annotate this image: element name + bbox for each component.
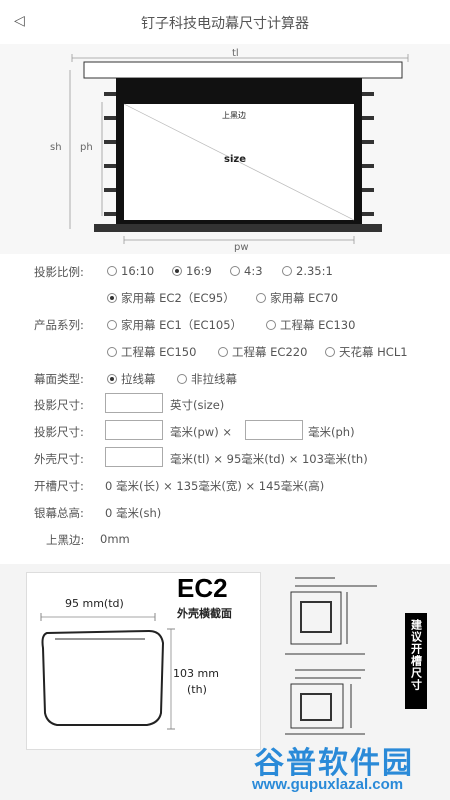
shell-row: 外壳尺寸: 毫米(tl) × 95毫米(td) × 103毫米(th) — [0, 447, 450, 469]
radio-selected-icon — [107, 374, 117, 384]
model-option-ec70[interactable]: 家用幕 EC70 — [256, 290, 338, 306]
site-watermark: 谷普软件园 www.gupuxlazal.com — [248, 738, 446, 798]
series-option-hcl1[interactable]: 天花幕 HCL1 — [325, 344, 408, 360]
shell-label: 外壳尺寸: — [34, 452, 84, 466]
total-height-text: 0 毫米(sh) — [105, 506, 162, 520]
watermark-url: www.gupuxlazal.com — [252, 776, 404, 793]
slot-text: 0 毫米(长) × 135毫米(宽) × 145毫米(高) — [105, 479, 325, 493]
tl-label: tl — [232, 48, 239, 59]
screen-type-row: 幕面类型: 拉线幕 非拉线幕 — [0, 367, 450, 389]
tl-input[interactable] — [105, 447, 163, 467]
size-label: size — [224, 154, 246, 165]
suggest-slot-label: 建议开槽尺寸 — [409, 619, 423, 691]
radio-icon — [177, 374, 187, 384]
td-label: 95 mm(td) — [65, 597, 124, 610]
radio-icon — [230, 266, 240, 276]
black-border-text: 0mm — [100, 532, 130, 546]
top-black-label: 上黑边 — [222, 110, 246, 120]
series-row-2: 工程幕 EC150 工程幕 EC220 天花幕 HCL1 — [0, 340, 450, 362]
sh-label: sh — [50, 142, 62, 153]
pw-label: pw — [234, 242, 249, 253]
size-unit: 英寸(size) — [170, 398, 225, 412]
dims-label: 投影尺寸: — [34, 425, 84, 439]
screen-type-option-non-tension[interactable]: 非拉线幕 — [177, 371, 237, 387]
aspect-option-16-9[interactable]: 16:9 — [172, 264, 212, 278]
screen-type-label: 幕面类型: — [34, 372, 84, 386]
radio-icon — [107, 266, 117, 276]
slot-row: 开槽尺寸: 0 毫米(长) × 135毫米(宽) × 145毫米(高) — [0, 474, 450, 496]
series-option-ec150[interactable]: 工程幕 EC150 — [107, 344, 196, 360]
screen-type-option-tension[interactable]: 拉线幕 — [107, 371, 156, 387]
black-border-row: 上黑边: 0mm — [0, 528, 450, 550]
th-value: 103 mm — [173, 667, 219, 680]
radio-selected-icon — [107, 293, 117, 303]
suggest-slot-button[interactable]: 建议开槽尺寸 — [405, 613, 427, 709]
total-height-label: 银幕总高: — [34, 506, 84, 520]
size-label: 投影尺寸: — [34, 398, 84, 412]
radio-icon — [107, 347, 117, 357]
model-subtitle: 外壳横截面 — [177, 607, 232, 620]
series-option-ec1[interactable]: 家用幕 EC1（EC105） — [107, 317, 242, 333]
aspect-option-16-10[interactable]: 16:10 — [107, 264, 154, 278]
screen-diagram-graphic: tl sh ph 上黑边 size pw — [50, 48, 409, 253]
series-label: 产品系列: — [34, 318, 84, 332]
series-option-ec220[interactable]: 工程幕 EC220 — [218, 344, 307, 360]
screen-diagram: tl sh ph 上黑边 size pw — [0, 44, 450, 254]
slot-diagram — [285, 577, 377, 735]
ph-unit: 毫米(ph) — [308, 425, 355, 439]
radio-icon — [282, 266, 292, 276]
ph-label: ph — [80, 142, 93, 153]
model-title: EC2 — [177, 573, 228, 603]
shell-text: 毫米(tl) × 95毫米(td) × 103毫米(th) — [170, 452, 368, 466]
th-unit: (th) — [187, 683, 207, 696]
radio-icon — [325, 347, 335, 357]
app-bar: ◁ 钉子科技电动幕尺寸计算器 — [0, 0, 450, 44]
radio-icon — [266, 320, 276, 330]
radio-icon — [107, 320, 117, 330]
size-row: 投影尺寸: 英寸(size) — [0, 393, 450, 415]
series-row-1: 产品系列: 家用幕 EC1（EC105） 工程幕 EC130 — [0, 313, 450, 335]
total-height-row: 银幕总高: 0 毫米(sh) — [0, 501, 450, 523]
radio-selected-icon — [172, 266, 182, 276]
black-border-label: 上黑边: — [46, 533, 85, 547]
slot-label: 开槽尺寸: — [34, 479, 84, 493]
size-input[interactable] — [105, 393, 163, 413]
cross-section-card: 95 mm(td) 103 mm (th) EC2 外壳横截面 — [26, 572, 261, 750]
radio-icon — [256, 293, 266, 303]
home-model-row: 家用幕 EC2（EC95） 家用幕 EC70 — [0, 286, 450, 308]
page-title: 钉子科技电动幕尺寸计算器 — [141, 16, 309, 32]
pw-input[interactable] — [105, 420, 163, 440]
dims-row: 投影尺寸: 毫米(pw) × 毫米(ph) — [0, 420, 450, 442]
series-option-ec130[interactable]: 工程幕 EC130 — [266, 317, 355, 333]
aspect-label: 投影比例: — [34, 265, 84, 279]
model-option-ec2[interactable]: 家用幕 EC2（EC95） — [107, 290, 235, 306]
radio-icon — [218, 347, 228, 357]
aspect-option-4-3[interactable]: 4:3 — [230, 264, 263, 278]
pw-unit: 毫米(pw) × — [170, 425, 232, 439]
aspect-row: 投影比例: 16:10 16:9 4:3 2.35:1 — [0, 260, 450, 282]
aspect-option-2-35-1[interactable]: 2.35:1 — [282, 264, 333, 278]
ph-input[interactable] — [245, 420, 303, 440]
